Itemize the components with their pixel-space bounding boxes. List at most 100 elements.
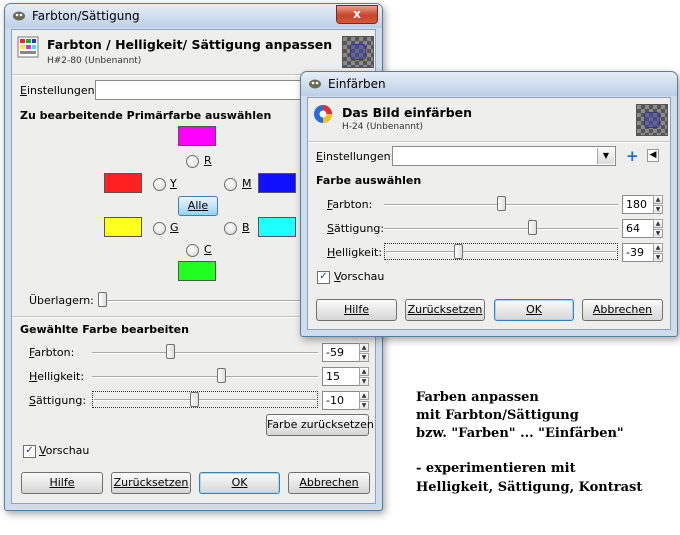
- preview-checkbox[interactable]: ✓: [317, 271, 330, 284]
- ok-button-label: OK: [231, 476, 248, 489]
- down-arrow-icon[interactable]: ▼: [359, 401, 369, 410]
- swatch-cyan[interactable]: [258, 217, 296, 237]
- down-arrow-icon[interactable]: ▼: [653, 229, 663, 238]
- hue-label: Farbton:: [327, 198, 372, 211]
- reset-button[interactable]: Zurücksetzen: [111, 472, 191, 494]
- hue-track[interactable]: [92, 352, 318, 354]
- help-button[interactable]: Hilfe: [316, 299, 397, 321]
- image-thumbnail: [342, 36, 374, 68]
- saturation-track[interactable]: [384, 228, 618, 230]
- add-preset-icon[interactable]: +: [626, 147, 639, 165]
- up-arrow-icon[interactable]: ▲: [653, 195, 663, 204]
- hue-spin-input[interactable]: -59: [322, 343, 360, 362]
- radio-r-label[interactable]: R: [204, 154, 212, 167]
- radio-b-label[interactable]: B: [242, 221, 250, 234]
- radio-m[interactable]: [224, 178, 237, 191]
- hue-label-rest: arbton:: [332, 198, 373, 211]
- chevron-down-icon[interactable]: ▼: [597, 148, 614, 164]
- saturation-spin-buttons[interactable]: ▲ ▼: [359, 391, 369, 410]
- help-button-label: Hilfe: [49, 476, 75, 489]
- hue-label: Farbton:: [29, 346, 74, 359]
- saturation-track[interactable]: [94, 399, 316, 401]
- title-bar[interactable]: Einfärben: [301, 72, 677, 96]
- radio-g[interactable]: [153, 222, 166, 235]
- title-bar[interactable]: Farbton/Sättigung x: [5, 4, 382, 28]
- mnemonic-e: E: [316, 150, 323, 163]
- swatch-magenta[interactable]: [178, 126, 216, 146]
- saturation-thumb[interactable]: [528, 220, 537, 235]
- hue-label-rest: arbton:: [34, 346, 75, 359]
- lightness-label-rest: elligkeit:: [37, 370, 85, 383]
- lightness-spin-input[interactable]: 15: [322, 367, 360, 386]
- preview-label-rest: orschau: [340, 270, 385, 283]
- cancel-button[interactable]: Abbrechen: [582, 299, 663, 321]
- saturation-spin-input[interactable]: -10: [322, 391, 360, 410]
- ok-button-label: OK: [526, 303, 542, 316]
- lightness-label: Helligkeit:: [327, 246, 382, 259]
- mnemonic-v: V: [39, 444, 46, 457]
- edit-color-heading: Gewählte Farbe bearbeiten: [20, 323, 189, 336]
- saturation-spin-buttons[interactable]: ▲ ▼: [653, 219, 663, 238]
- swatch-yellow[interactable]: [104, 217, 142, 237]
- caption-line-1: Farben anpassen: [416, 390, 539, 405]
- up-arrow-icon[interactable]: ▲: [653, 219, 663, 228]
- cancel-button[interactable]: Abbrechen: [288, 472, 370, 494]
- dialog-body: Das Bild einfärben H-24 (Unbenannt) Eins…: [307, 97, 671, 330]
- help-button-label: Hilfe: [343, 303, 370, 316]
- overlap-track[interactable]: [98, 300, 308, 302]
- radio-r[interactable]: [186, 155, 199, 168]
- up-arrow-icon[interactable]: ▲: [359, 343, 369, 352]
- lightness-track[interactable]: [386, 251, 616, 253]
- settings-combo[interactable]: ▼: [392, 146, 616, 166]
- saturation-label: Sättigung:: [327, 222, 384, 235]
- down-arrow-icon[interactable]: ▼: [653, 205, 663, 214]
- swatch-green[interactable]: [178, 261, 216, 281]
- radio-y[interactable]: [153, 178, 166, 191]
- swatch-red[interactable]: [104, 173, 142, 193]
- down-arrow-icon[interactable]: ▼: [653, 253, 663, 262]
- close-button[interactable]: x: [336, 5, 378, 24]
- lightness-track[interactable]: [92, 376, 318, 378]
- lightness-spin-input[interactable]: -39: [622, 243, 654, 262]
- lightness-thumb[interactable]: [216, 368, 226, 383]
- reset-button[interactable]: Zurücksetzen: [405, 299, 485, 321]
- dialog-subtitle: H#2-80 (Unbenannt): [47, 56, 142, 66]
- up-arrow-icon[interactable]: ▲: [653, 243, 663, 252]
- hue-spin-buttons[interactable]: ▲ ▼: [359, 343, 369, 362]
- radio-b[interactable]: [224, 222, 237, 235]
- radio-c[interactable]: [186, 244, 199, 257]
- hue-spin-input[interactable]: 180: [622, 195, 654, 214]
- saturation-thumb[interactable]: [189, 392, 199, 407]
- down-arrow-icon[interactable]: ▼: [359, 377, 369, 386]
- mnemonic-v: V: [334, 270, 341, 283]
- swatch-blue[interactable]: [258, 173, 296, 193]
- preview-label[interactable]: Vorschau: [334, 270, 384, 283]
- radio-y-label[interactable]: Y: [170, 177, 177, 190]
- radio-m-label[interactable]: M: [242, 177, 252, 190]
- overlap-thumb[interactable]: [98, 292, 107, 307]
- preview-label[interactable]: Vorschau: [39, 444, 89, 457]
- lightness-spin-buttons[interactable]: ▲ ▼: [359, 367, 369, 386]
- ok-button[interactable]: OK: [199, 472, 280, 494]
- settings-label-rest: instellungen:: [26, 84, 99, 97]
- hue-spin-buttons[interactable]: ▲ ▼: [653, 195, 663, 214]
- ok-button[interactable]: OK: [494, 299, 574, 321]
- hue-thumb[interactable]: [165, 344, 175, 359]
- menu-arrow-icon[interactable]: ◀: [647, 149, 659, 162]
- saturation-spin-input[interactable]: 64: [622, 219, 654, 238]
- preview-checkbox[interactable]: ✓: [23, 445, 36, 458]
- up-arrow-icon[interactable]: ▲: [359, 391, 369, 400]
- down-arrow-icon[interactable]: ▼: [359, 353, 369, 362]
- saturation-label: Sättigung:: [29, 394, 86, 407]
- lightness-thumb[interactable]: [453, 244, 463, 259]
- alle-button[interactable]: Alle: [178, 196, 218, 216]
- radio-g-label[interactable]: G: [170, 221, 179, 234]
- preview-label-rest: orschau: [45, 444, 90, 457]
- radio-c-label[interactable]: C: [204, 243, 212, 256]
- hue-thumb[interactable]: [496, 196, 506, 211]
- up-arrow-icon[interactable]: ▲: [359, 367, 369, 376]
- lightness-spin-buttons[interactable]: ▲ ▼: [653, 243, 663, 262]
- help-button[interactable]: Hilfe: [21, 472, 103, 494]
- reset-button-label: Zurücksetzen: [407, 303, 483, 316]
- reset-color-button[interactable]: Farbe zurücksetzen: [266, 414, 374, 436]
